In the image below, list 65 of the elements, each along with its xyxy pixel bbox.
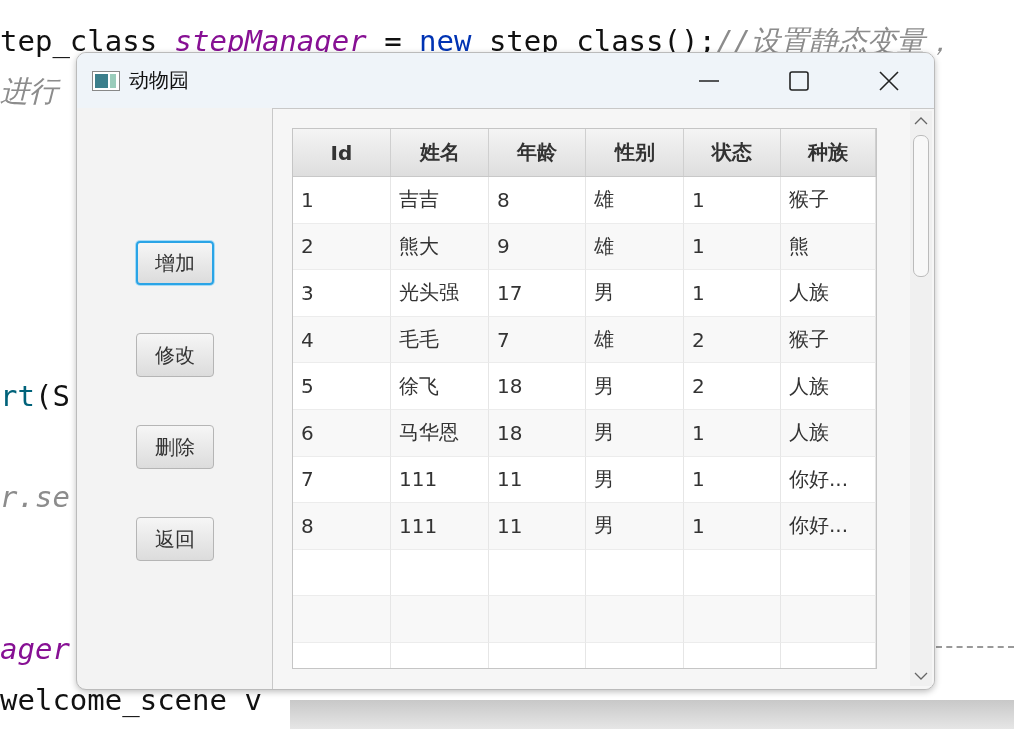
table-cell: 17 [489,270,586,317]
table-cell: 人族 [781,409,876,457]
table-cell: 4 [293,316,391,364]
code-line: rt(S [0,380,70,412]
table-cell: 8 [293,503,391,550]
column-header[interactable]: 姓名 [391,129,489,176]
close-icon [879,70,899,91]
column-header[interactable]: 性别 [586,129,684,176]
table-cell: 男 [586,409,684,457]
table-cell: 1 [684,223,781,271]
table-cell: 人族 [781,363,876,410]
window-title: 动物园 [129,67,189,94]
table-cell: 雄 [586,316,684,364]
table-cell: 1 [684,270,781,317]
code-line: r.se [0,481,70,513]
column-header[interactable]: 年龄 [489,129,586,176]
table-cell: 人族 [781,270,876,317]
minimize-icon [699,79,719,82]
scroll-thumb[interactable] [913,135,929,277]
action-button[interactable]: 增加 [135,241,214,285]
table-cell: 男 [586,270,684,317]
table-cell: 11 [489,503,586,550]
table-cell: 8 [489,177,586,224]
action-button[interactable]: 修改 [135,333,214,377]
table-cell: 1 [684,177,781,224]
scroll-up-icon[interactable] [914,117,928,125]
table-cell: 18 [489,363,586,410]
table-cell: 熊 [781,223,876,271]
table-cell: 男 [586,363,684,410]
column-header[interactable]: 种族 [781,129,876,176]
table-cell: 男 [586,503,684,550]
maximize-icon [789,70,809,91]
table-cell: 1 [293,177,391,224]
app-icon [92,70,120,91]
table-cell: 徐飞 [391,363,489,410]
table-cell: 马华恩 [391,409,489,457]
table-cell: 3 [293,270,391,317]
table-cell: 你好... [781,503,876,550]
table-cell: 2 [684,316,781,364]
table-cell: 1 [684,503,781,550]
table-cell: 2 [684,363,781,410]
table-cell: 9 [489,223,586,271]
scrollbar[interactable] [910,111,932,686]
column-header[interactable]: 状态 [684,129,781,176]
column-header[interactable]: Id [293,129,391,176]
table-cell: 猴子 [781,177,876,224]
code-line: ager [0,634,70,665]
table-cell: 雄 [586,177,684,224]
table-cell: 熊大 [391,223,489,271]
code-line: welcome_scene v [0,684,262,716]
table-cell: 猴子 [781,316,876,364]
table-cell: 雄 [586,223,684,271]
scroll-down-icon[interactable] [914,672,928,680]
table-cell: 2 [293,223,391,271]
table-cell: 吉吉 [391,177,489,224]
table-cell: 1 [684,409,781,457]
table-cell: 18 [489,409,586,457]
table-cell: 光头强 [391,270,489,317]
table-cell: 111 [391,503,489,550]
action-button[interactable]: 删除 [135,425,214,469]
table-cell: 7 [489,316,586,364]
table-cell: 毛毛 [391,316,489,364]
action-button[interactable]: 返回 [135,517,214,561]
table-cell: 6 [293,409,391,457]
table-cell: 5 [293,363,391,410]
